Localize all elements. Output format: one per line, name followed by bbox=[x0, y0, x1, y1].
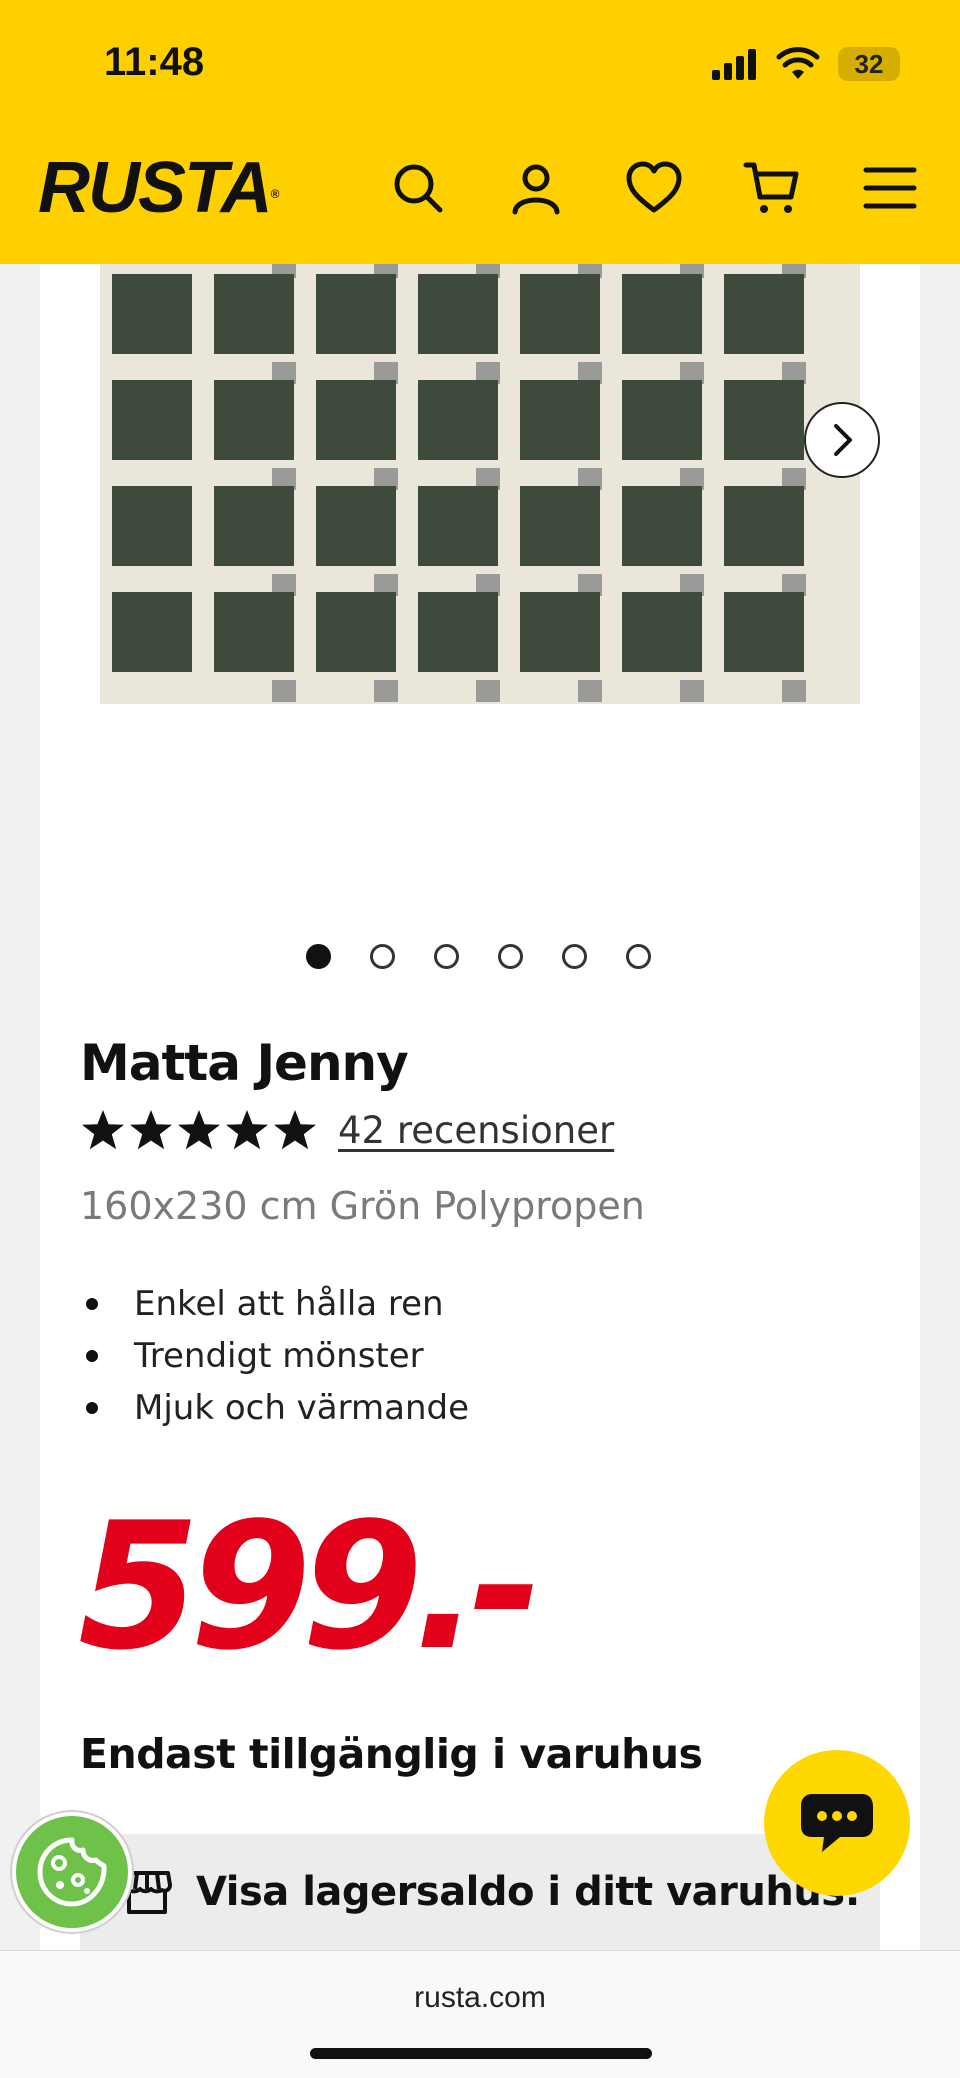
star-icon bbox=[130, 1110, 172, 1150]
rug-crossing bbox=[782, 680, 806, 702]
search-icon[interactable] bbox=[388, 158, 448, 218]
heart-icon[interactable] bbox=[624, 158, 684, 218]
rusta-logo[interactable]: RUSTA® bbox=[38, 152, 280, 224]
rug-square bbox=[214, 380, 294, 460]
product-price: 599.- bbox=[78, 1486, 542, 1689]
gallery-pagination bbox=[306, 944, 651, 969]
star-icon bbox=[274, 1110, 316, 1150]
rug-square bbox=[316, 274, 396, 354]
rug-square bbox=[520, 592, 600, 672]
store-stock-button[interactable]: Visa lagersaldo i ditt varuhus: bbox=[80, 1834, 880, 1950]
rug-square bbox=[520, 380, 600, 460]
registered-mark: ® bbox=[270, 187, 280, 201]
rug-crossing bbox=[476, 680, 500, 702]
rug-square bbox=[112, 274, 192, 354]
rug-square bbox=[724, 592, 804, 672]
rug-square bbox=[520, 274, 600, 354]
rug-square bbox=[316, 592, 396, 672]
rug-square bbox=[418, 380, 498, 460]
rug-square bbox=[112, 380, 192, 460]
rug-square bbox=[724, 274, 804, 354]
rug-square bbox=[520, 486, 600, 566]
gallery-dot-5[interactable] bbox=[562, 944, 587, 969]
rug-pattern bbox=[100, 264, 860, 704]
product-subtitle: 160x230 cm Grön Polypropen bbox=[80, 1184, 645, 1228]
status-time: 11:48 bbox=[104, 40, 205, 84]
bullet-icon bbox=[86, 1298, 98, 1310]
product-rating: 42 recensioner bbox=[80, 1108, 614, 1152]
rug-square bbox=[724, 486, 804, 566]
list-item: Enkel att hålla ren bbox=[80, 1278, 469, 1330]
signal-icon bbox=[712, 49, 756, 80]
bullet-icon bbox=[86, 1350, 98, 1362]
rug-square bbox=[214, 486, 294, 566]
rug-square bbox=[622, 380, 702, 460]
rug-square bbox=[724, 380, 804, 460]
rug-crossing bbox=[578, 680, 602, 702]
battery-indicator: 32 bbox=[838, 47, 900, 81]
gallery-dot-4[interactable] bbox=[498, 944, 523, 969]
chat-bubble-icon bbox=[801, 1794, 873, 1852]
gallery-dot-1[interactable] bbox=[306, 944, 331, 969]
next-image-button[interactable] bbox=[804, 402, 880, 478]
bullet-icon bbox=[86, 1402, 98, 1414]
home-indicator bbox=[310, 2048, 652, 2059]
star-rating bbox=[80, 1108, 318, 1152]
feature-text: Mjuk och värmande bbox=[134, 1388, 470, 1428]
account-icon[interactable] bbox=[506, 158, 566, 218]
rug-square bbox=[418, 592, 498, 672]
rug-square bbox=[622, 592, 702, 672]
star-icon bbox=[226, 1110, 268, 1150]
star-icon bbox=[178, 1110, 220, 1150]
gallery-dot-6[interactable] bbox=[626, 944, 651, 969]
availability-heading: Endast tillgänglig i varuhus bbox=[80, 1730, 703, 1778]
gallery-dot-3[interactable] bbox=[434, 944, 459, 969]
rug-square bbox=[622, 274, 702, 354]
list-item: Mjuk och värmande bbox=[80, 1382, 469, 1434]
list-item: Trendigt mönster bbox=[80, 1330, 469, 1382]
rug-crossing bbox=[374, 680, 398, 702]
rug-square bbox=[418, 486, 498, 566]
gallery-dot-2[interactable] bbox=[370, 944, 395, 969]
wifi-icon bbox=[776, 47, 820, 79]
cart-icon[interactable] bbox=[742, 158, 802, 218]
store-stock-label: Visa lagersaldo i ditt varuhus: bbox=[196, 1869, 861, 1915]
reviews-link[interactable]: 42 recensioner bbox=[338, 1109, 614, 1152]
product-image[interactable] bbox=[100, 264, 860, 704]
feature-text: Enkel att hålla ren bbox=[134, 1284, 444, 1324]
cookie-settings-button[interactable] bbox=[12, 1812, 132, 1932]
browser-url[interactable]: rusta.com bbox=[0, 1981, 960, 2015]
logo-text: RUSTA bbox=[38, 148, 273, 228]
menu-icon[interactable] bbox=[860, 158, 920, 218]
chat-button[interactable] bbox=[764, 1750, 910, 1896]
rug-square bbox=[418, 274, 498, 354]
star-icon bbox=[82, 1110, 124, 1150]
rug-square bbox=[622, 486, 702, 566]
feature-list: Enkel att hålla ren Trendigt mönster Mju… bbox=[80, 1278, 469, 1434]
feature-text: Trendigt mönster bbox=[134, 1336, 424, 1376]
rug-square bbox=[112, 486, 192, 566]
rug-square bbox=[316, 486, 396, 566]
product-title: Matta Jenny bbox=[80, 1034, 409, 1092]
rug-crossing bbox=[680, 680, 704, 702]
rug-square bbox=[112, 592, 192, 672]
cookie-icon bbox=[37, 1837, 107, 1907]
rug-square bbox=[214, 592, 294, 672]
rug-square bbox=[214, 274, 294, 354]
chevron-right-icon bbox=[834, 424, 852, 456]
browser-bottom-bar: rusta.com bbox=[0, 1950, 960, 2078]
rug-square bbox=[316, 380, 396, 460]
status-icons: 32 bbox=[710, 40, 900, 88]
rug-crossing bbox=[272, 680, 296, 702]
site-header: 11:48 32 RUSTA® bbox=[0, 0, 960, 264]
